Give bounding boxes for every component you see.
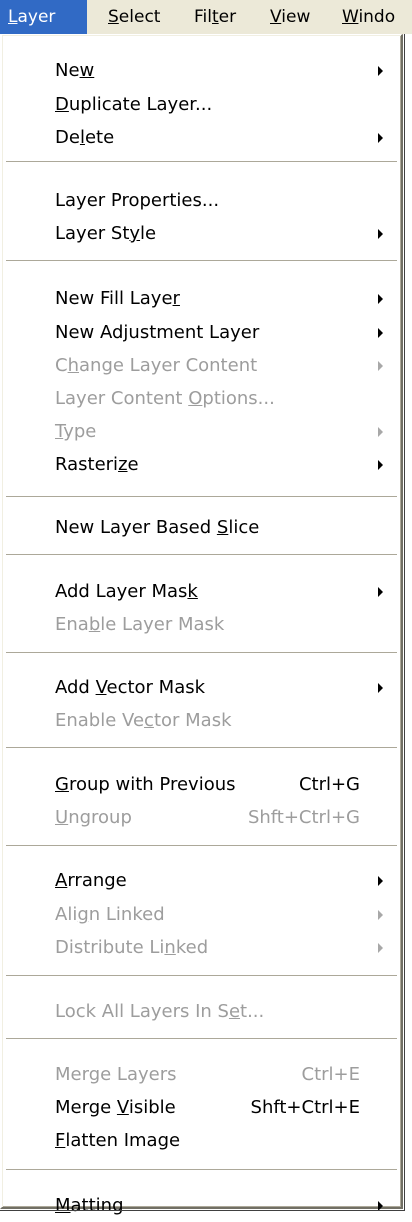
- menu-item-flatten-image[interactable]: Flatten Image: [4, 1125, 399, 1157]
- menu-item-label: Delete: [55, 127, 115, 148]
- menu-item-label: New Layer Based Slice: [55, 517, 260, 538]
- submenu-arrow-icon: [378, 66, 383, 76]
- menu-item-new-adjustment-layer[interactable]: New Adjustment Layer: [4, 317, 399, 349]
- submenu-arrow-icon: [378, 1201, 383, 1211]
- menu-item-shortcut: Ctrl+G: [298, 774, 360, 795]
- menu-separator: [6, 652, 397, 654]
- submenu-arrow-icon: [378, 460, 383, 470]
- menu-item-align-linked: Align Linked: [4, 899, 399, 931]
- menu-item-label: Ungroup: [55, 807, 132, 828]
- menu-item-label: Layer Content Options...: [55, 388, 275, 409]
- menu-item-ungroup: Ungroup Shft+Ctrl+G: [4, 802, 399, 834]
- menu-item-lock-all-layers-in-set: Lock All Layers In Set...: [4, 996, 399, 1028]
- menu-separator: [6, 1169, 397, 1171]
- submenu-arrow-icon: [378, 876, 383, 886]
- menu-bar: Layer Select Filter View Windo: [0, 0, 412, 34]
- submenu-arrow-icon: [378, 229, 383, 239]
- submenu-arrow-icon: [378, 133, 383, 143]
- layer-dropdown-menu: New Duplicate Layer... Delete Layer Propert…: [0, 34, 403, 1216]
- submenu-arrow-icon: [378, 943, 383, 953]
- menu-item-label: Flatten Image: [55, 1130, 181, 1151]
- menu-item-label: Add Vector Mask: [55, 677, 206, 698]
- menu-separator: [6, 161, 397, 163]
- menubar-layer[interactable]: Layer: [0, 0, 87, 34]
- menu-item-label: Merge Visible: [55, 1097, 176, 1118]
- menu-item-label: Add Layer Mask: [55, 581, 198, 602]
- menu-item-shortcut: Shft+Ctrl+E: [250, 1097, 360, 1118]
- menubar-window[interactable]: Windo: [342, 0, 395, 34]
- submenu-arrow-icon: [378, 683, 383, 693]
- menu-item-label: Enable Vector Mask: [55, 710, 232, 731]
- submenu-arrow-icon: [378, 328, 383, 338]
- submenu-arrow-icon: [378, 587, 383, 597]
- menu-item-new-layer-based-slice[interactable]: New Layer Based Slice: [4, 512, 399, 544]
- menu-item-label: Type: [55, 421, 97, 442]
- menu-separator: [6, 1038, 397, 1040]
- menu-item-add-vector-mask[interactable]: Add Vector Mask: [4, 672, 399, 704]
- menu-item-label: Enable Layer Mask: [55, 614, 225, 635]
- menubar-view[interactable]: View: [270, 0, 310, 34]
- menu-item-merge-visible[interactable]: Merge Visible Shft+Ctrl+E: [4, 1092, 399, 1124]
- menu-item-delete[interactable]: Delete: [4, 122, 399, 154]
- menu-item-layer-properties[interactable]: Layer Properties...: [4, 185, 399, 217]
- submenu-arrow-icon: [378, 361, 383, 371]
- menu-item-new[interactable]: New: [4, 55, 399, 87]
- menu-item-rasterize[interactable]: Rasterize: [4, 449, 399, 481]
- menu-item-enable-layer-mask: Enable Layer Mask: [4, 609, 399, 641]
- menu-item-label: Arrange: [55, 870, 127, 891]
- menu-item-label: Rasterize: [55, 454, 139, 475]
- menu-separator: [6, 845, 397, 847]
- menu-item-label: Duplicate Layer...: [55, 94, 213, 115]
- menu-item-layer-content-options: Layer Content Options...: [4, 383, 399, 415]
- menu-item-label: Matting: [55, 1195, 124, 1216]
- menu-item-label: Group with Previous: [55, 774, 236, 795]
- menu-item-label: Change Layer Content: [55, 355, 258, 376]
- menu-separator: [6, 260, 397, 262]
- menu-separator: [6, 554, 397, 556]
- submenu-arrow-icon: [378, 294, 383, 304]
- menu-item-label: New Adjustment Layer: [55, 322, 260, 343]
- menu-item-shortcut: Ctrl+E: [301, 1064, 360, 1085]
- menu-item-label: Merge Layers: [55, 1064, 177, 1085]
- menu-item-new-fill-layer[interactable]: New Fill Layer: [4, 283, 399, 315]
- menu-item-arrange[interactable]: Arrange: [4, 865, 399, 897]
- menu-item-add-layer-mask[interactable]: Add Layer Mask: [4, 576, 399, 608]
- menu-item-label: New Fill Layer: [55, 288, 180, 309]
- menu-item-change-layer-content: Change Layer Content: [4, 350, 399, 382]
- menubar-filter[interactable]: Filter: [194, 0, 236, 34]
- menu-item-label: New: [55, 60, 95, 81]
- menu-item-enable-vector-mask: Enable Vector Mask: [4, 705, 399, 737]
- menu-separator: [6, 975, 397, 977]
- menu-item-merge-layers: Merge Layers Ctrl+E: [4, 1059, 399, 1091]
- menu-item-label: Lock All Layers In Set...: [55, 1001, 265, 1022]
- menu-item-type: Type: [4, 416, 399, 448]
- menubar-select[interactable]: Select: [108, 0, 160, 34]
- menu-item-label: Layer Properties...: [55, 190, 220, 211]
- menu-item-label: Align Linked: [55, 904, 165, 925]
- menu-item-label: Layer Style: [55, 223, 157, 244]
- menu-item-shortcut: Shft+Ctrl+G: [247, 807, 360, 828]
- menu-item-matting[interactable]: Matting: [4, 1190, 399, 1222]
- menu-item-label: Distribute Linked: [55, 937, 209, 958]
- menu-item-distribute-linked: Distribute Linked: [4, 932, 399, 964]
- menu-item-group-with-previous[interactable]: Group with Previous Ctrl+G: [4, 769, 399, 801]
- menu-separator: [6, 496, 397, 498]
- submenu-arrow-icon: [378, 910, 383, 920]
- menu-item-layer-style[interactable]: Layer Style: [4, 218, 399, 250]
- menu-item-duplicate-layer[interactable]: Duplicate Layer...: [4, 89, 399, 121]
- submenu-arrow-icon: [378, 427, 383, 437]
- menu-separator: [6, 747, 397, 749]
